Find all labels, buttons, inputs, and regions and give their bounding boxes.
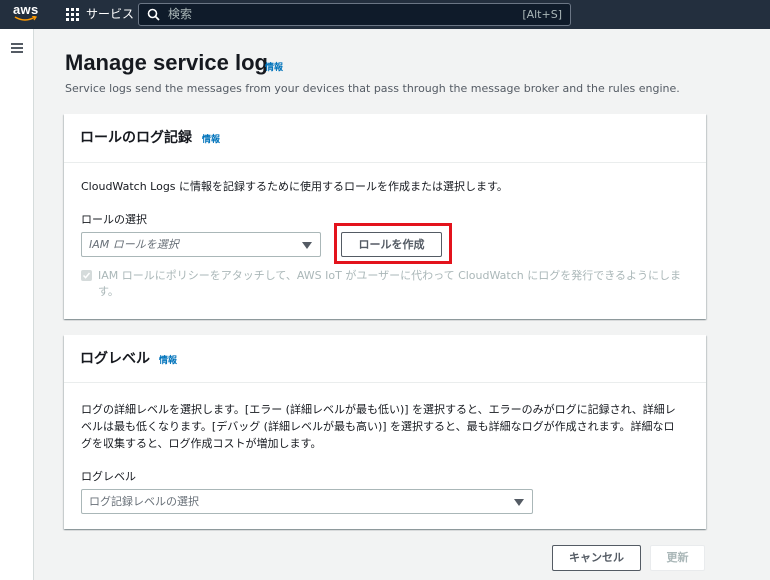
cancel-button[interactable]: キャンセル [552,545,641,571]
role-logging-title: ロールのログ記録 [80,130,192,146]
log-level-select-placeholder: ログ記録レベルの選択 [89,495,199,508]
role-logging-info-link[interactable]: 情報 [202,134,220,146]
log-level-description: ログの詳細レベルを選択します。[エラー (詳細レベルが最も低い)] を選択すると… [81,401,701,452]
log-level-info-link[interactable]: 情報 [159,355,177,367]
search-icon [147,8,160,21]
aws-smile-icon [14,16,38,21]
caret-down-icon [302,242,312,249]
services-grid-icon[interactable] [66,8,79,21]
top-navigation-bar: aws サービス 検索 [Alt+S] [0,0,770,29]
log-level-header: ログレベル 情報 [64,335,706,383]
log-level-description-line3: グを収集すると、ログ作成コストが増加します。 [81,437,322,450]
log-level-select-label: ログレベル [81,470,136,483]
attach-policy-label-line1: IAM ロールにポリシーをアタッチして、AWS IoT がユーザーに代わって C… [98,269,682,282]
side-navigation [0,29,34,580]
role-logging-header: ロールのログ記録 情報 [64,114,706,163]
page-description: Service logs send the messages from your… [65,82,680,95]
aws-logo[interactable]: aws [13,2,41,24]
role-select-label: ロールの選択 [81,213,147,226]
log-level-select-dropdown[interactable]: ログ記録レベルの選択 [81,489,533,514]
services-menu-label[interactable]: サービス [86,7,134,22]
search-shortcut-hint: [Alt+S] [522,8,562,21]
role-select-placeholder: IAM ロールを選択 [89,238,179,251]
global-search-input[interactable]: 検索 [Alt+S] [138,3,571,26]
create-role-highlight-box [334,223,452,264]
attach-policy-checkbox[interactable] [81,270,92,281]
log-level-title: ログレベル [80,351,150,367]
log-level-description-line1: ログの詳細レベルを選択します。[エラー (詳細レベルが最も低い)] を選択すると… [81,403,676,416]
attach-policy-label: IAM ロールにポリシーをアタッチして、AWS IoT がユーザーに代わって C… [98,268,698,300]
search-placeholder: 検索 [168,7,193,21]
page-info-link[interactable]: 情報 [265,62,283,74]
update-button[interactable]: 更新 [650,545,705,571]
page-title: Manage service log [65,50,268,75]
caret-down-icon [514,499,524,506]
attach-policy-label-line2: す。 [98,285,119,298]
checkmark-icon [82,272,91,279]
aws-logo-text: aws [13,2,39,17]
role-select-dropdown[interactable]: IAM ロールを選択 [81,232,321,257]
log-level-description-line2: ベルは最も低くなります。[デバッグ (詳細レベルが最も高い)] を選択すると、最… [81,420,675,433]
menu-hamburger-icon[interactable] [11,43,23,53]
role-logging-description: CloudWatch Logs に情報を記録するために使用するロールを作成または… [81,180,508,193]
